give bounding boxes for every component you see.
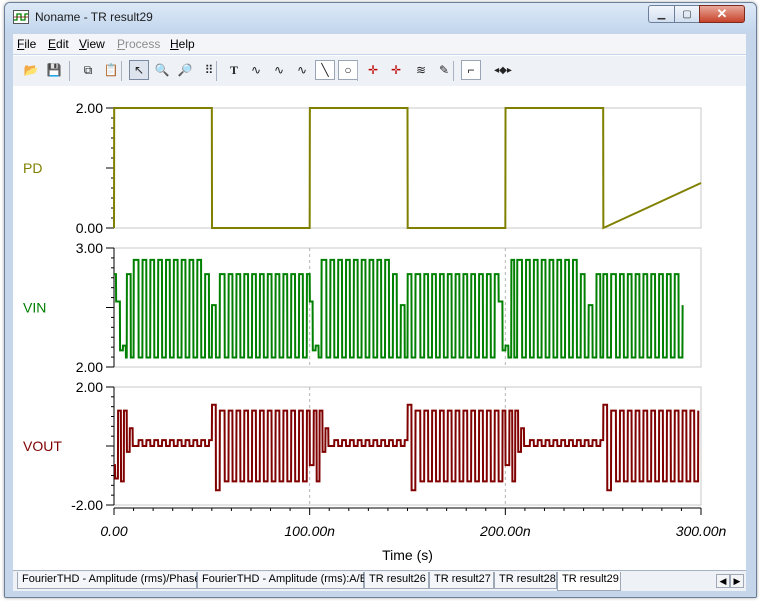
tab-fourierthd-amplitude-rms-phase2[interactable]: FourierTHD - Amplitude (rms)/Phase2 [17,572,207,589]
zoom-100-button[interactable]: 🔎 [175,60,195,80]
angle-line-button[interactable]: ⌐ [461,60,481,80]
zoom-in-button[interactable]: 🔍 [152,60,172,80]
x-tick-label: 300.00n [676,523,727,539]
series-label-pd: PD [23,160,42,176]
series-label-vin: VIN [23,300,46,316]
curve-color-button[interactable]: ≋ [411,60,431,80]
cursor-b-icon: ✛ [390,63,402,77]
text-tool-button[interactable]: T [224,60,244,80]
curve-label-a-button[interactable]: ∿ [246,60,266,80]
circle-tool-icon: ○ [344,63,352,77]
circle-tool-button[interactable]: ○ [338,60,358,80]
x-tick-label: 0.00 [100,523,127,539]
title-bar[interactable]: Noname - TR result29 ▁ ▢ ✕ [5,3,756,31]
y-tick-label: 2.00 [76,359,103,375]
diagram-area[interactable]: 2.00 0.00 PD 3.00 2.00 VIN 2.00 -2.00 VOUT 0.00 10… [13,86,746,570]
toolbar: 📂 💾 ⧉ 📋 ↖ 🔍 🔎 ⠿ T ∿ ∿ ∿ ╲ ○ ✛ ✛ ≋ ✎ ⌐ ◂◆▸ [13,55,746,87]
move-arrows-icon: ◂◆▸ [494,64,512,76]
menu-help[interactable]: Help [170,37,195,51]
toolbar-separator [121,61,122,81]
maximize-button[interactable]: ▢ [674,5,700,23]
y-tick-label: 0.00 [76,220,103,236]
select-pointer-icon: ↖ [133,63,145,77]
text-tool-icon: T [229,62,238,77]
paste-icon: 📋 [103,63,119,77]
close-icon: ✕ [716,6,728,21]
save-icon: 💾 [46,63,62,77]
tab-tr-result26[interactable]: TR result26 [364,572,429,589]
toolbar-separator [357,61,358,81]
arrow-right-icon: ▶ [733,575,741,586]
series-label-vout: VOUT [23,438,62,454]
cursor-a-icon: ✛ [367,63,379,77]
waveform-chart[interactable]: 2.00 0.00 PD 3.00 2.00 VIN 2.00 -2.00 VOUT 0.00 10… [13,86,746,570]
series-line-pd [113,107,702,230]
y-tick-label: 2.00 [76,100,103,116]
minimize-icon: ▁ [657,8,666,20]
tab-fourierthd-amplitude-rms-a-b2[interactable]: FourierTHD - Amplitude (rms):A/B2 [197,572,373,589]
window-title: Noname - TR result29 [35,10,153,24]
save-button[interactable]: 💾 [44,60,64,80]
y-tick-label: 3.00 [76,240,103,256]
cursor-a-button[interactable]: ✛ [363,60,383,80]
select-pointer-button[interactable]: ↖ [129,60,149,80]
toolbar-separator [453,61,454,81]
close-button[interactable]: ✕ [699,5,745,23]
eyedropper-icon: ✎ [438,63,450,77]
toolbar-separator [69,61,70,81]
curve-label-b-icon: ∿ [273,63,285,77]
line-tool-button[interactable]: ╲ [315,60,335,80]
grid-icon: ⠿ [204,63,214,77]
curve-label-a-icon: ∿ [250,63,262,77]
menu-file[interactable]: File [17,37,36,51]
arrow-left-icon: ◀ [719,575,727,586]
menu-bar: File Edit View Process Help [13,34,746,54]
tab-bar: ◀ ▶ FourierTHD - Amplitude (rms)/Phase2 F… [13,570,746,591]
angle-line-icon: ⌐ [467,63,475,77]
cursor-b-button[interactable]: ✛ [386,60,406,80]
x-axis-label: Time (s) [382,547,433,563]
copy-button[interactable]: ⧉ [78,60,98,80]
open-icon: 📂 [23,63,39,77]
paste-button[interactable]: 📋 [101,60,121,80]
open-button[interactable]: 📂 [21,60,41,80]
tab-tr-result28[interactable]: TR result28 [494,572,557,589]
copy-icon: ⧉ [83,62,93,77]
move-arrows-button[interactable]: ◂◆▸ [483,60,523,80]
x-tick-label: 100.00n [284,523,335,539]
curve-label-c-icon: ∿ [296,63,308,77]
y-tick-label: -2.00 [71,497,103,513]
app-icon [13,10,29,24]
tab-scroll-right-button[interactable]: ▶ [730,574,744,588]
zoom-in-icon: 🔍 [154,63,170,77]
menu-view[interactable]: View [79,37,105,51]
eyedropper-button[interactable]: ✎ [434,60,454,80]
curve-label-b-button[interactable]: ∿ [269,60,289,80]
zoom-100-icon: 🔎 [177,63,193,77]
tab-tr-result29[interactable]: TR result29 [557,572,621,591]
minimize-button[interactable]: ▁ [648,5,675,23]
series-line-vin [114,258,684,359]
menu-edit[interactable]: Edit [48,37,69,51]
curve-label-c-button[interactable]: ∿ [292,60,312,80]
maximize-icon: ▢ [682,8,692,20]
tab-tr-result27[interactable]: TR result27 [429,572,494,589]
series-line-vout [113,403,700,492]
menu-process[interactable]: Process [117,37,160,51]
line-tool-icon: ╲ [321,63,329,77]
x-tick-label: 200.00n [479,523,531,539]
tab-scroll-left-button[interactable]: ◀ [716,574,730,588]
y-tick-label: 2.00 [76,379,103,395]
curve-color-icon: ≋ [415,63,427,77]
app-window: Noname - TR result29 ▁ ▢ ✕ File Edit View P… [4,2,757,598]
toolbar-separator [216,61,217,81]
